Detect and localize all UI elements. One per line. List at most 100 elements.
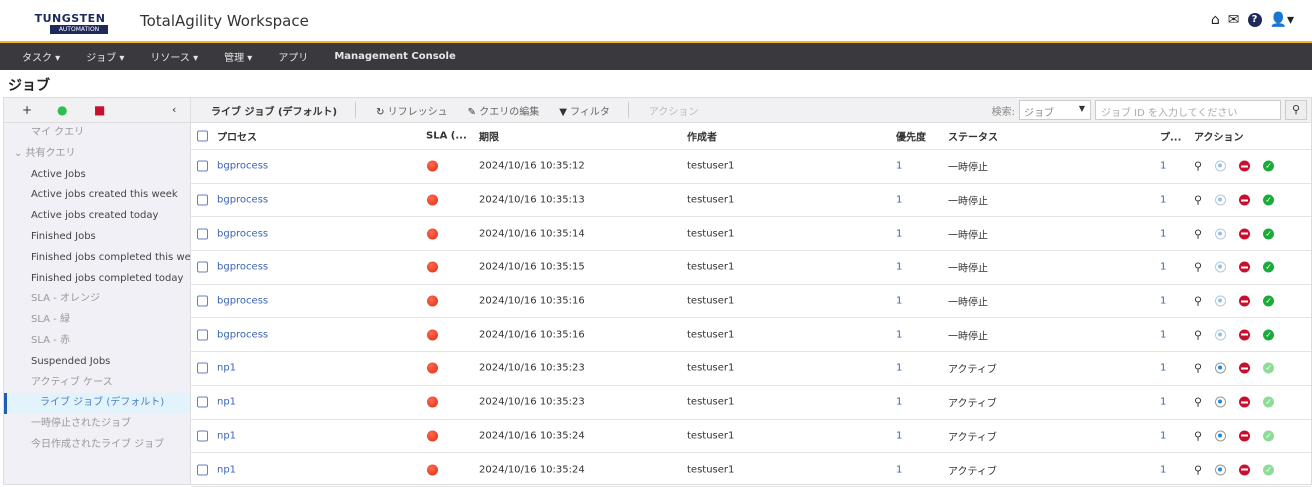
check-circle-icon[interactable]: ● [57,103,67,117]
resume-icon[interactable]: ✓ [1263,228,1275,240]
sidebar-item[interactable]: Active Jobs [4,165,190,186]
search-button[interactable]: ⚲ [1285,100,1307,120]
process-link[interactable]: bgprocess [217,329,268,340]
terminate-icon[interactable] [1239,194,1251,206]
take-icon[interactable] [1215,295,1227,307]
resume-icon[interactable]: ✓ [1263,329,1275,341]
table-row[interactable]: bgprocess 2024/10/16 10:35:12 testuser1 … [191,150,1311,184]
nav-management-console[interactable]: Management Console [334,51,455,62]
take-icon[interactable] [1215,329,1227,341]
resume-icon[interactable]: ✓ [1263,396,1275,408]
process-link[interactable]: bgprocess [217,161,268,172]
collapse-icon[interactable]: ‹ [172,103,176,116]
col-status[interactable]: ステータス [948,129,998,144]
view-icon[interactable]: ⚲ [1194,295,1202,308]
take-icon[interactable] [1215,228,1227,240]
row-checkbox[interactable] [197,261,208,273]
row-checkbox[interactable] [197,464,208,476]
table-row[interactable]: np1 2024/10/16 10:35:24 testuser1 1 アクティ… [191,453,1311,487]
view-icon[interactable]: ⚲ [1194,160,1202,173]
terminate-icon[interactable] [1239,295,1251,307]
action-button[interactable]: アクション [649,103,699,118]
view-icon[interactable]: ⚲ [1194,328,1202,341]
sidebar-item[interactable]: Active jobs created today [4,206,190,227]
table-row[interactable]: np1 2024/10/16 10:35:23 testuser1 1 アクティ… [191,352,1311,386]
sidebar-item[interactable]: 今日作成されたライブ ジョブ [4,435,190,456]
terminate-icon[interactable] [1239,329,1251,341]
nav-apps[interactable]: アプリ [278,49,308,64]
view-icon[interactable]: ⚲ [1194,463,1202,476]
take-icon[interactable] [1215,160,1227,172]
filter-button[interactable]: ▼ フィルタ [559,103,610,118]
nav-resources[interactable]: リソース ▾ [150,49,198,64]
process-link[interactable]: np1 [217,430,236,441]
take-icon[interactable] [1215,396,1227,408]
process-link[interactable]: bgprocess [217,296,268,307]
process-link[interactable]: np1 [217,363,236,374]
sidebar-item[interactable]: Suspended Jobs [4,352,190,373]
sidebar-item[interactable]: ライブ ジョブ (デフォルト) [4,393,190,415]
row-checkbox[interactable] [197,295,208,307]
select-all-checkbox[interactable] [197,130,208,142]
view-icon[interactable]: ⚲ [1194,396,1202,409]
sidebar-item[interactable]: マイ クエリ [4,123,190,144]
terminate-icon[interactable] [1239,160,1251,172]
mail-open-icon[interactable]: ✉ [1228,12,1240,28]
resume-icon[interactable]: ✓ [1263,362,1275,374]
add-icon[interactable]: + [22,103,32,117]
table-row[interactable]: bgprocess 2024/10/16 10:35:16 testuser1 … [191,285,1311,319]
sidebar-item[interactable]: ⌄ 共有クエリ [4,144,190,165]
terminate-icon[interactable] [1239,430,1251,442]
nav-jobs[interactable]: ジョブ ▾ [86,49,124,64]
nav-tasks[interactable]: タスク ▾ [22,49,60,64]
table-row[interactable]: bgprocess 2024/10/16 10:35:14 testuser1 … [191,217,1311,252]
take-icon[interactable] [1215,430,1227,442]
take-icon[interactable] [1215,362,1227,374]
edit-query-button[interactable]: ✎ クエリの編集 [468,103,540,118]
row-checkbox[interactable] [197,228,208,240]
view-icon[interactable]: ⚲ [1194,429,1202,442]
resume-icon[interactable]: ✓ [1263,430,1275,442]
resume-icon[interactable]: ✓ [1263,261,1275,273]
table-row[interactable]: bgprocess 2024/10/16 10:35:13 testuser1 … [191,184,1311,218]
job-id-search-input[interactable]: ジョブ ID を入力してください [1095,100,1281,120]
terminate-icon[interactable] [1239,261,1251,273]
terminate-icon[interactable] [1239,464,1251,476]
sidebar-item[interactable]: SLA - 緑 [4,310,190,331]
view-icon[interactable]: ⚲ [1194,194,1202,207]
search-type-select[interactable]: ジョブ [1019,100,1091,120]
terminate-icon[interactable] [1239,228,1251,240]
sidebar-item[interactable]: SLA - 赤 [4,331,190,352]
take-icon[interactable] [1215,194,1227,206]
row-checkbox[interactable] [197,194,208,206]
row-checkbox[interactable] [197,329,208,341]
col-process[interactable]: プロセス [217,129,257,144]
row-checkbox[interactable] [197,430,208,442]
col-creator[interactable]: 作成者 [687,129,717,144]
resume-icon[interactable]: ✓ [1263,160,1275,172]
resume-icon[interactable]: ✓ [1263,464,1275,476]
help-icon[interactable]: ? [1247,13,1262,27]
terminate-icon[interactable] [1239,396,1251,408]
row-checkbox[interactable] [197,396,208,408]
terminate-icon[interactable] [1239,362,1251,374]
col-p[interactable]: プ... [1160,129,1181,144]
trash-icon[interactable]: ■ [94,103,105,117]
refresh-button[interactable]: ↻ リフレッシュ [376,103,448,118]
col-priority[interactable]: 優先度 [896,129,926,144]
nav-admin[interactable]: 管理 ▾ [224,49,252,64]
sidebar-item[interactable]: アクティブ ケース [4,373,190,394]
col-sla[interactable]: SLA (... [426,131,467,142]
resume-icon[interactable]: ✓ [1263,194,1275,206]
table-row[interactable]: bgprocess 2024/10/16 10:35:16 testuser1 … [191,318,1311,353]
sidebar-item[interactable]: 一時停止されたジョブ [4,414,190,435]
table-row[interactable]: np1 2024/10/16 10:35:24 testuser1 1 アクティ… [191,420,1311,454]
sidebar-item[interactable]: Finished Jobs [4,227,190,248]
table-row[interactable]: np1 2024/10/16 10:35:23 testuser1 1 アクティ… [191,386,1311,420]
process-link[interactable]: bgprocess [217,262,268,273]
take-icon[interactable] [1215,464,1227,476]
user-icon[interactable]: 👤▾ [1270,12,1294,28]
process-link[interactable]: np1 [217,397,236,408]
process-link[interactable]: bgprocess [217,195,268,206]
home-icon[interactable]: ⌂ [1211,12,1220,28]
